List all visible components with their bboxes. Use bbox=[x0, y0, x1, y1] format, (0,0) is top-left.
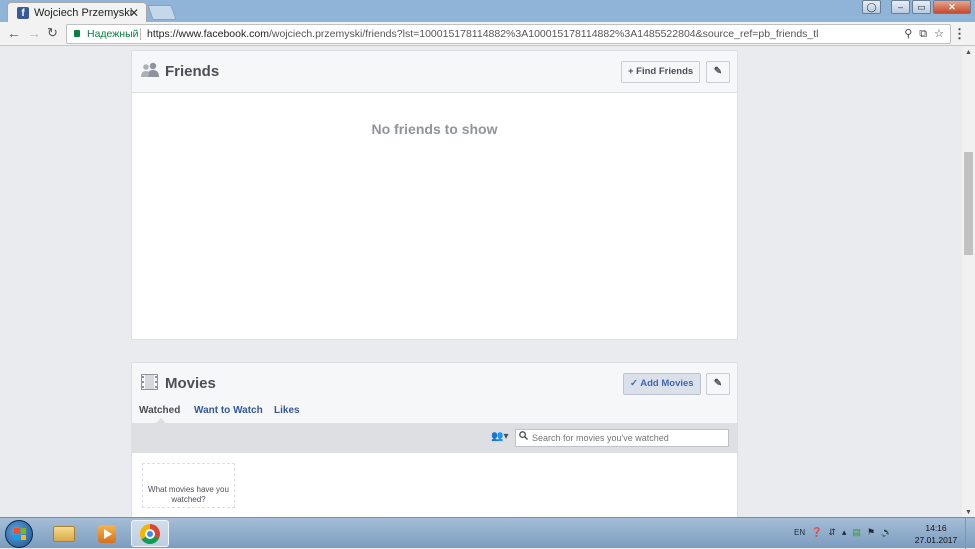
audience-filter-icon[interactable]: 👥▾ bbox=[491, 431, 508, 442]
scrollbar-thumb[interactable] bbox=[964, 152, 973, 255]
translate-icon[interactable]: ⧉ bbox=[919, 25, 927, 43]
tab-close-icon[interactable]: ✕ bbox=[129, 6, 139, 20]
folder-icon bbox=[53, 525, 75, 542]
browser-toolbar: ← → ↻ Надежный https://www.facebook.com/… bbox=[0, 22, 975, 46]
search-icon bbox=[519, 431, 528, 442]
windows-logo-icon bbox=[14, 528, 26, 540]
chrome-icon bbox=[140, 523, 160, 544]
clock-date: 27.01.2017 bbox=[914, 535, 958, 545]
movies-tabs: Watched Want to Watch Likes bbox=[132, 405, 737, 423]
friends-edit-button[interactable]: ✎ bbox=[706, 61, 730, 83]
page-scrollbar[interactable]: ▲ ▼ bbox=[962, 47, 975, 517]
facebook-favicon-icon: f bbox=[17, 7, 29, 19]
movies-prompt-box[interactable]: What movies have you watched? bbox=[142, 463, 235, 508]
movies-card: Movies ✓ Add Movies ✎ Watched Want to Wa… bbox=[131, 362, 738, 517]
tab-want-to-watch[interactable]: Want to Watch bbox=[194, 405, 263, 416]
url-path: /wojciech.przemyski/friends?lst=10001517… bbox=[268, 28, 819, 40]
address-bar[interactable]: Надежный https://www.facebook.com/wojcie… bbox=[66, 24, 951, 44]
find-friends-button[interactable]: + Find Friends bbox=[621, 61, 701, 83]
key-icon[interactable]: ⚲ bbox=[904, 25, 912, 43]
friends-icon bbox=[141, 62, 159, 83]
clock-time: 14:16 bbox=[925, 523, 947, 533]
friends-header: Friends + Find Friends ✎ bbox=[132, 51, 737, 93]
volume-icon[interactable]: 🔈 bbox=[881, 527, 892, 538]
browser-menu-icon[interactable]: ⋮ bbox=[953, 26, 966, 42]
clock[interactable]: 14:16 27.01.2017 bbox=[912, 522, 960, 546]
movies-edit-button[interactable]: ✎ bbox=[706, 373, 730, 395]
friends-card: Friends + Find Friends ✎ No friends to s… bbox=[131, 50, 738, 340]
close-window-button[interactable]: ✕ bbox=[933, 0, 971, 14]
tab-title: Wojciech Przemyski bbox=[34, 7, 133, 19]
help-icon[interactable]: ❓ bbox=[811, 527, 822, 538]
taskbar-chrome[interactable] bbox=[131, 520, 169, 547]
movies-search-input[interactable] bbox=[515, 429, 729, 447]
pencil-icon: ✎ bbox=[713, 378, 723, 389]
secure-label: Надежный bbox=[87, 28, 139, 40]
taskbar-media-player[interactable] bbox=[88, 520, 126, 547]
lock-icon bbox=[74, 30, 80, 37]
pencil-icon: ✎ bbox=[713, 66, 723, 77]
network-icon[interactable]: ⇵ bbox=[828, 527, 836, 538]
browser-tab[interactable]: f Wojciech Przemyski ✕ bbox=[7, 2, 147, 22]
show-hidden-icons-icon[interactable]: ▴ bbox=[842, 527, 847, 538]
add-movies-button[interactable]: ✓ Add Movies bbox=[623, 373, 701, 395]
back-icon[interactable]: ← bbox=[7, 25, 21, 41]
new-tab-button[interactable] bbox=[147, 5, 177, 20]
windows-taskbar: EN ❓ ⇵ ▴ ▤ ⚑ 🔈 14:16 27.01.2017 bbox=[0, 517, 975, 549]
movies-filter-bar: 👥▾ bbox=[132, 423, 737, 453]
action-center-icon[interactable]: ⚑ bbox=[867, 527, 875, 538]
url-domain: https://www.facebook.com bbox=[147, 28, 269, 40]
omnibox-icons: ⚲ ⧉ ☆ bbox=[904, 25, 944, 43]
system-tray: EN ❓ ⇵ ▴ ▤ ⚑ 🔈 bbox=[794, 527, 892, 538]
minimize-button[interactable]: – bbox=[891, 0, 910, 14]
friends-empty-text: No friends to show bbox=[371, 121, 498, 137]
media-player-icon bbox=[98, 524, 116, 543]
reload-icon[interactable]: ↻ bbox=[47, 25, 58, 41]
window-titlebar: f Wojciech Przemyski ✕ ◯ – ▭ ✕ bbox=[0, 0, 975, 22]
tab-watched[interactable]: Watched bbox=[139, 405, 180, 416]
language-indicator[interactable]: EN bbox=[794, 528, 805, 537]
url-text[interactable]: https://www.facebook.com/wojciech.przemy… bbox=[147, 25, 819, 43]
scroll-down-icon[interactable]: ▼ bbox=[965, 509, 972, 516]
window-controls: ◯ – ▭ ✕ bbox=[862, 0, 971, 16]
page-viewport: Friends + Find Friends ✎ No friends to s… bbox=[0, 47, 962, 517]
movies-title: Movies bbox=[165, 375, 216, 392]
show-desktop-button[interactable] bbox=[965, 518, 975, 549]
scroll-up-icon[interactable]: ▲ bbox=[965, 49, 972, 56]
address-divider bbox=[140, 28, 141, 40]
maximize-button[interactable]: ▭ bbox=[912, 0, 931, 14]
app-tray-icon[interactable]: ▤ bbox=[852, 527, 861, 538]
start-button[interactable] bbox=[5, 520, 33, 548]
bookmark-star-icon[interactable]: ☆ bbox=[934, 25, 944, 43]
friends-title: Friends bbox=[165, 63, 220, 80]
film-icon bbox=[141, 374, 158, 395]
tab-likes[interactable]: Likes bbox=[274, 405, 300, 416]
forward-icon[interactable]: → bbox=[27, 25, 41, 41]
movies-header: Movies ✓ Add Movies ✎ bbox=[132, 363, 737, 405]
taskbar-explorer[interactable] bbox=[45, 520, 83, 547]
profile-icon[interactable]: ◯ bbox=[862, 0, 881, 14]
